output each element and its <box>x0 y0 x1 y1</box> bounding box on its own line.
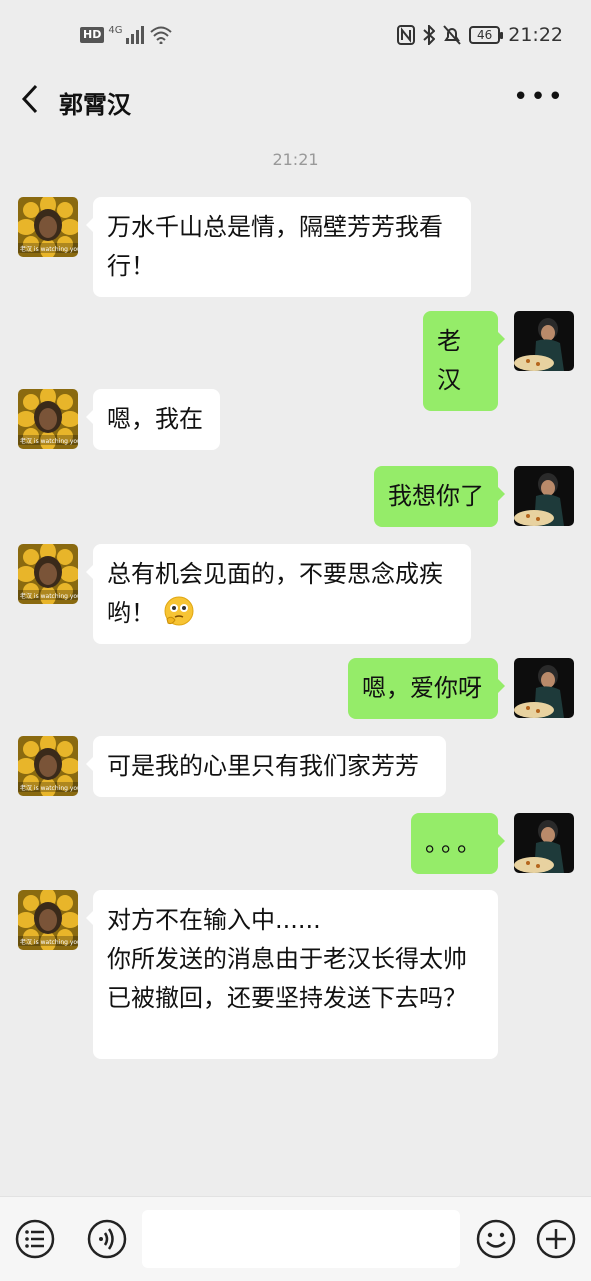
wifi-icon <box>150 26 173 44</box>
back-arrow-icon[interactable] <box>18 82 42 116</box>
thinking-face-emoji-icon <box>164 596 194 626</box>
emoji-icon[interactable] <box>476 1219 516 1259</box>
person-photo-image <box>514 813 574 873</box>
sunflower-face-image: 老汉 is watching you <box>18 197 78 257</box>
avatar-caption: 老汉 is watching you <box>20 437 78 445</box>
person-photo-image <box>514 311 574 371</box>
contact-avatar[interactable]: 老汉 is watching you <box>18 389 78 449</box>
outgoing-message-bubble: 老汉 <box>423 311 505 411</box>
person-photo-image <box>514 658 574 718</box>
my-avatar[interactable] <box>514 466 574 526</box>
voice-icon[interactable] <box>87 1219 127 1259</box>
contact-avatar[interactable]: 老汉 is watching you <box>18 736 78 796</box>
message-input[interactable] <box>142 1210 460 1268</box>
sunflower-face-image: 老汉 is watching you <box>18 544 78 604</box>
network-label: 4G <box>108 24 123 36</box>
my-avatar[interactable] <box>514 813 574 873</box>
outgoing-message-bubble: 嗯，爱你呀 <box>348 658 505 719</box>
status-left: HD 4G <box>80 24 173 44</box>
person-photo-image <box>514 466 574 526</box>
outgoing-message-bubble: 。。。 <box>411 813 505 874</box>
sunflower-face-image: 老汉 is watching you <box>18 389 78 449</box>
message-text: 总有机会见面的，不要思念成疾哟！ <box>107 560 443 627</box>
outgoing-message-bubble: 我想你了 <box>374 466 505 527</box>
menu-list-icon[interactable] <box>15 1219 55 1259</box>
chat-input-bar <box>0 1196 591 1281</box>
contact-avatar[interactable]: 老汉 is watching you <box>18 544 78 604</box>
mute-bell-icon <box>443 25 461 45</box>
more-options-icon[interactable]: ••• <box>513 84 565 110</box>
nfc-icon <box>396 25 415 45</box>
chat-header: 郭霄汉 ••• <box>0 72 591 130</box>
avatar-caption: 老汉 is watching you <box>20 245 78 253</box>
hd-badge: HD <box>80 27 105 43</box>
incoming-message-bubble: 万水千山总是情，隔壁芳芳我看行！ <box>86 197 471 297</box>
avatar-caption: 老汉 is watching you <box>20 592 78 600</box>
clock: 21:22 <box>508 24 563 46</box>
message-timestamp: 21:21 <box>272 150 319 169</box>
status-bar: HD 4G 46 21:22 <box>0 0 591 72</box>
battery-indicator: 46 <box>468 26 504 44</box>
contact-avatar[interactable]: 老汉 is watching you <box>18 890 78 950</box>
incoming-message-bubble: 可是我的心里只有我们家芳芳 <box>86 736 446 797</box>
status-right: 46 21:22 <box>396 24 563 46</box>
signal-icon <box>126 26 145 44</box>
incoming-message-bubble: 总有机会见面的，不要思念成疾哟！ <box>86 544 471 644</box>
my-avatar[interactable] <box>514 311 574 371</box>
incoming-message-bubble: 对方不在输入中...... 你所发送的消息由于老汉长得太帅已被撤回，还要坚持发送… <box>86 890 498 1059</box>
incoming-message-bubble: 嗯，我在 <box>86 389 220 450</box>
chat-title: 郭霄汉 <box>59 91 131 119</box>
sunflower-face-image: 老汉 is watching you <box>18 736 78 796</box>
bluetooth-icon <box>423 25 435 45</box>
avatar-caption: 老汉 is watching you <box>20 784 78 792</box>
avatar-caption: 老汉 is watching you <box>20 938 78 946</box>
my-avatar[interactable] <box>514 658 574 718</box>
sunflower-face-image: 老汉 is watching you <box>18 890 78 950</box>
plus-icon[interactable] <box>536 1219 576 1259</box>
contact-avatar[interactable]: 老汉 is watching you <box>18 197 78 257</box>
